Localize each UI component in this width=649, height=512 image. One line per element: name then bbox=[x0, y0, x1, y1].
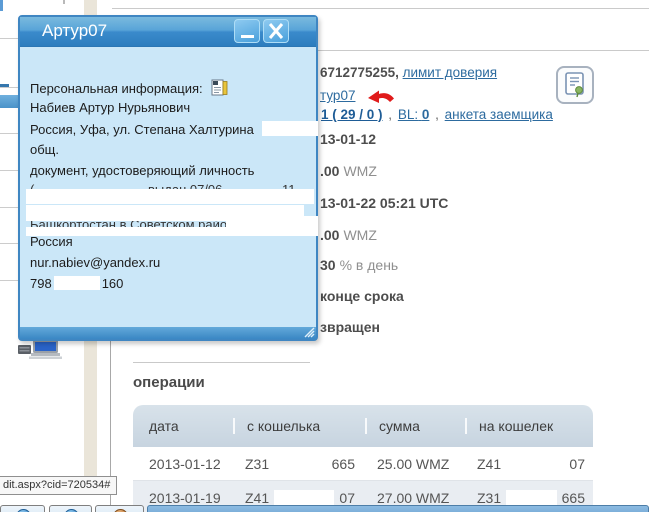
popup-title-bar[interactable]: Артур07 bbox=[20, 17, 316, 47]
phone-line: 798 160 bbox=[30, 276, 124, 291]
cell-to-purse: Z31 665 bbox=[477, 489, 585, 506]
redaction bbox=[226, 216, 318, 236]
detail-row: 30% в день bbox=[320, 257, 399, 273]
address-line: Россия, Уфа, ул. Степана Халтурина bbox=[30, 121, 319, 139]
detail-row: .00 WMZ bbox=[320, 163, 377, 179]
page-column-stripe bbox=[84, 0, 97, 15]
trust-limit-link[interactable]: лимит доверия bbox=[403, 65, 497, 80]
table-row: 2013-01-12 Z31 665 25.00 WMZ Z41 07 bbox=[133, 447, 593, 481]
detail-row: 13-01-12 bbox=[320, 131, 377, 147]
taskbar-button[interactable] bbox=[49, 505, 92, 512]
list-row-fragment bbox=[0, 38, 18, 39]
certificate-icon bbox=[565, 72, 584, 98]
operations-table: дата с кошелька сумма на кошелек 2013-01… bbox=[133, 405, 593, 512]
list-row-fragment bbox=[0, 243, 18, 244]
email-line: nur.nabiev@yandex.ru bbox=[30, 255, 161, 270]
column-header-to-purse: на кошелек bbox=[465, 418, 593, 434]
borrower-form-link[interactable]: анкета заемщика bbox=[445, 107, 553, 122]
separator: , bbox=[435, 107, 439, 122]
wmid-line: 6712775255, лимит доверия bbox=[320, 65, 497, 80]
detail-row: .00 WMZ bbox=[320, 227, 377, 243]
column-header-date: дата bbox=[149, 418, 179, 434]
taskbar bbox=[0, 505, 649, 512]
taskbar-button[interactable] bbox=[95, 505, 144, 512]
passport-certificate-button[interactable] bbox=[556, 66, 594, 104]
popup-body: Персональная информация: Набиев Артур Ну… bbox=[20, 47, 319, 328]
full-name-line: Набиев Артур Нурьянович bbox=[30, 100, 191, 115]
page-line-fragment bbox=[63, 0, 65, 4]
redaction bbox=[26, 189, 314, 204]
close-button[interactable] bbox=[263, 19, 289, 43]
popup-footer-bar bbox=[20, 327, 316, 339]
redaction bbox=[506, 456, 565, 471]
detail-row: конце срока bbox=[320, 288, 404, 304]
redaction bbox=[53, 276, 100, 290]
address-line-2: общ. bbox=[30, 142, 59, 157]
column-header-amount: сумма bbox=[365, 418, 465, 434]
column-header-from-purse: с кошелька bbox=[233, 418, 365, 434]
cell-date: 2013-01-12 bbox=[149, 455, 221, 472]
cell-date: 2013-01-19 bbox=[149, 489, 221, 506]
red-arrow-annotation bbox=[368, 90, 394, 103]
redaction bbox=[262, 121, 319, 136]
redacted-document-line: ( выдан 07/06, 11 bbox=[26, 182, 314, 204]
taskbar-active-button[interactable] bbox=[147, 505, 649, 512]
cell-from-purse: Z41 07 bbox=[245, 489, 355, 506]
page-column-stripe bbox=[84, 340, 97, 477]
cell-amount: 25.00 WMZ bbox=[377, 455, 450, 472]
redaction bbox=[274, 490, 335, 505]
taskbar-button[interactable] bbox=[0, 505, 45, 512]
operations-heading: операции bbox=[133, 374, 205, 391]
rating-line: 1 ( 29 / 0 ) , BL: 0 , анкета заемщика bbox=[321, 107, 553, 122]
close-icon bbox=[268, 23, 284, 39]
window-edge-fragment bbox=[0, 0, 3, 11]
detail-row: 13-01-22 05:21 UTC bbox=[320, 195, 449, 211]
minimize-button[interactable] bbox=[234, 19, 260, 43]
bl-link[interactable]: BL: 0 bbox=[398, 107, 430, 122]
personal-info-line: Персональная информация: bbox=[30, 79, 312, 97]
link-fragment bbox=[0, 84, 9, 87]
list-row-fragment bbox=[0, 170, 18, 171]
redaction bbox=[274, 456, 327, 471]
screen: 6712775255, лимит доверия тур07 1 ( 29 /… bbox=[0, 0, 649, 512]
list-row-fragment bbox=[0, 87, 18, 88]
cell-to-purse: Z41 07 bbox=[477, 455, 585, 472]
login-link[interactable]: тур07 bbox=[320, 88, 355, 103]
minimize-icon bbox=[241, 35, 254, 38]
computer-icon[interactable] bbox=[18, 340, 62, 360]
list-row-fragment bbox=[0, 207, 18, 208]
separator: , bbox=[388, 107, 393, 122]
document-label-line: документ, удостоверяющий личность bbox=[30, 163, 255, 178]
profile-popup-window: Артур07 Персональная информация: Набиев … bbox=[18, 15, 319, 341]
document-card-icon bbox=[211, 79, 228, 96]
resize-grip[interactable] bbox=[303, 327, 315, 338]
list-row-fragment bbox=[0, 280, 18, 281]
selected-row-fragment bbox=[0, 95, 18, 108]
rating-link[interactable]: 1 ( 29 / 0 ) bbox=[321, 107, 383, 122]
popup-title: Артур07 bbox=[42, 21, 108, 40]
detail-row: звращен bbox=[320, 319, 380, 335]
wmid-value: 6712775255, bbox=[320, 65, 399, 80]
section-divider bbox=[133, 362, 310, 363]
cell-amount: 27.00 WMZ bbox=[377, 489, 450, 506]
country-line: Россия bbox=[30, 234, 73, 249]
login-line: тур07 bbox=[320, 88, 355, 103]
list-row-fragment bbox=[0, 133, 18, 134]
horizontal-divider bbox=[300, 50, 649, 51]
status-url-tooltip: dit.aspx?cid=720534# bbox=[0, 476, 117, 495]
horizontal-divider bbox=[112, 8, 649, 9]
redaction bbox=[506, 490, 557, 505]
table-header: дата с кошелька сумма на кошелек bbox=[133, 405, 593, 447]
cell-from-purse: Z31 665 bbox=[245, 455, 355, 472]
